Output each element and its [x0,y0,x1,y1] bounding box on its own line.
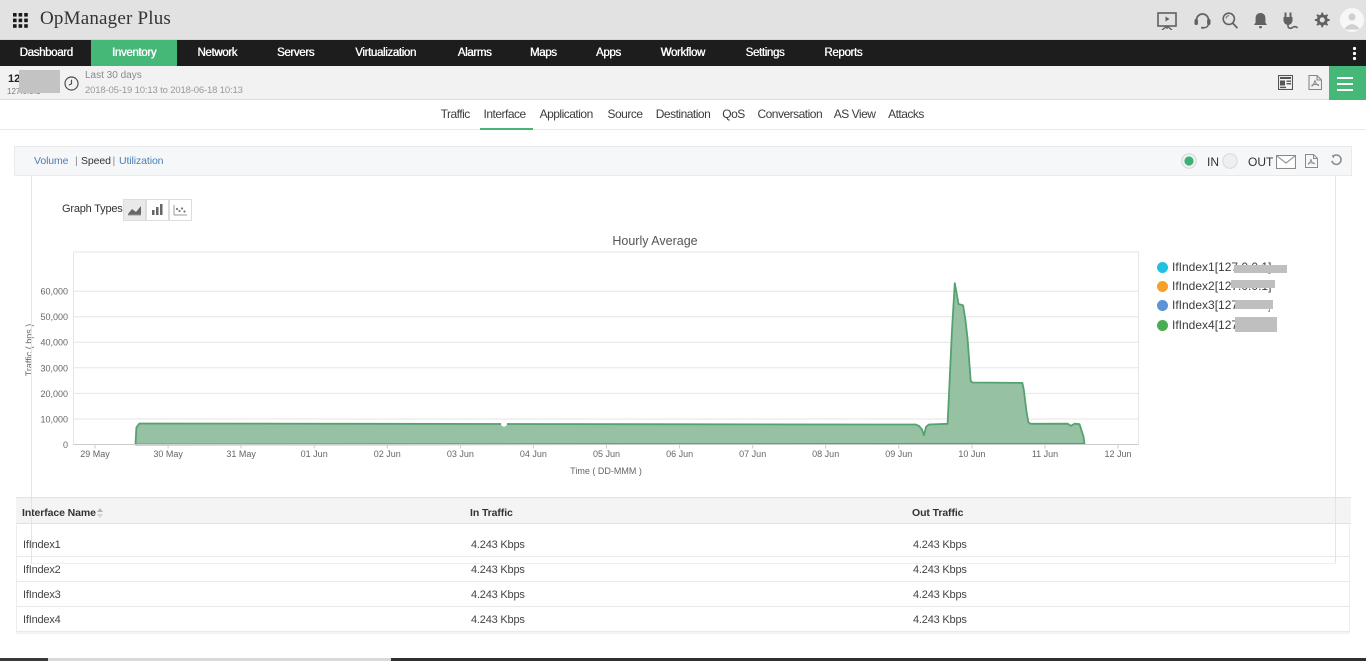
svg-text:06 Jun: 06 Jun [666,449,693,459]
svg-text:40,000: 40,000 [40,338,68,348]
svg-text:03 Jun: 03 Jun [447,449,474,459]
svg-text:10,000: 10,000 [40,414,68,424]
svg-text:01 Jun: 01 Jun [301,449,328,459]
svg-text:09 Jun: 09 Jun [885,449,912,459]
svg-text:30,000: 30,000 [40,363,68,373]
svg-text:10 Jun: 10 Jun [958,449,985,459]
svg-text:50,000: 50,000 [40,312,68,322]
svg-text:04 Jun: 04 Jun [520,449,547,459]
svg-text:07 Jun: 07 Jun [739,449,766,459]
svg-text:20,000: 20,000 [40,389,68,399]
svg-text:30 May: 30 May [153,449,183,459]
svg-text:11 Jun: 11 Jun [1032,449,1058,459]
svg-text:31 May: 31 May [226,449,256,459]
svg-text:02 Jun: 02 Jun [374,449,401,459]
svg-text:0: 0 [63,440,68,450]
svg-text:Traffic ( bps ): Traffic ( bps ) [24,324,34,377]
svg-text:60,000: 60,000 [40,287,68,297]
svg-text:29 May: 29 May [80,449,110,459]
svg-text:08 Jun: 08 Jun [812,449,839,459]
svg-text:Hourly Average: Hourly Average [612,234,697,248]
svg-text:Time ( DD-MMM ): Time ( DD-MMM ) [570,466,642,476]
svg-text:12 Jun: 12 Jun [1104,449,1131,459]
svg-text:05 Jun: 05 Jun [593,449,620,459]
